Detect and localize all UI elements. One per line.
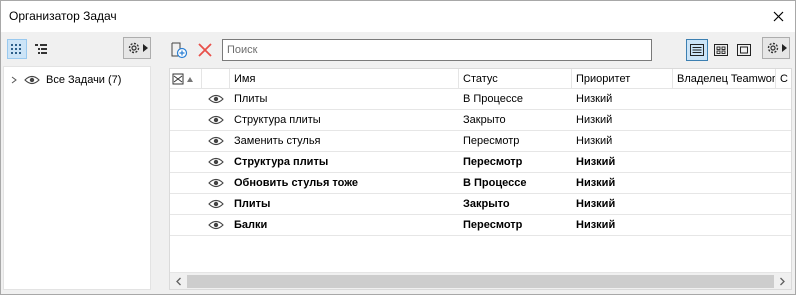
table-row[interactable]: Структура плиты Пересмотр Низкий	[170, 152, 791, 173]
tree-item-label: Все Задачи (7)	[46, 74, 122, 86]
table-row[interactable]: Структура плиты Закрыто Низкий	[170, 110, 791, 131]
task-tree: Все Задачи (7)	[3, 66, 151, 290]
eye-icon[interactable]	[208, 93, 224, 105]
column-header-priority[interactable]: Приоритет	[572, 69, 673, 89]
column-header-name[interactable]: Имя	[230, 69, 459, 89]
main-toolbar	[161, 32, 795, 67]
triangle-right-icon	[781, 44, 787, 52]
cell-status: Закрыто	[463, 114, 506, 126]
eye-icon[interactable]	[208, 219, 224, 231]
cell-priority: Низкий	[576, 156, 616, 168]
tasks-table: Имя Статус Приоритет Владелец Teamwork С…	[169, 68, 792, 290]
list-layout-button[interactable]	[686, 39, 708, 61]
grid-tiles-icon	[714, 44, 728, 56]
cell-status: Пересмотр	[463, 135, 520, 147]
cell-priority: Низкий	[576, 198, 616, 210]
sort-icon	[172, 73, 193, 85]
eye-icon[interactable]	[208, 156, 224, 168]
right-settings-button[interactable]	[762, 37, 790, 59]
frame-icon	[737, 44, 751, 56]
scrollbar-thumb[interactable]	[187, 275, 774, 288]
eye-icon[interactable]	[208, 114, 224, 126]
list-lines-icon	[690, 44, 704, 56]
cell-priority: Низкий	[576, 219, 616, 231]
cell-status: Пересмотр	[463, 219, 523, 231]
delete-task-button[interactable]	[195, 40, 215, 60]
cell-name: Обновить стулья тоже	[234, 177, 359, 189]
scroll-right-button[interactable]	[774, 273, 791, 289]
gear-icon	[128, 42, 139, 54]
cell-status: В Процессе	[463, 177, 527, 189]
close-icon	[773, 11, 783, 21]
cell-name: Структура плиты	[234, 114, 321, 126]
column-header-owner[interactable]: Владелец Teamwork	[673, 69, 776, 89]
task-organizer-window: Организатор Задач Все Задачи (7) Поиск И…	[0, 0, 796, 295]
chevron-left-icon	[176, 277, 181, 286]
triangle-right-icon	[142, 44, 148, 52]
table-row[interactable]: Плиты В Процессе Низкий	[170, 89, 791, 110]
search-input[interactable]	[222, 39, 652, 61]
cell-status: В Процессе	[463, 93, 523, 105]
cell-name: Структура плиты	[234, 156, 329, 168]
single-layout-button[interactable]	[733, 39, 755, 61]
cell-priority: Низкий	[576, 93, 613, 105]
window-title: Организатор Задач	[9, 9, 117, 23]
horizontal-scrollbar[interactable]	[170, 272, 791, 289]
add-task-button[interactable]	[169, 40, 189, 60]
chevron-right-icon	[780, 277, 785, 286]
left-settings-button[interactable]	[123, 37, 151, 59]
cell-priority: Низкий	[576, 135, 613, 147]
eye-icon[interactable]	[208, 177, 224, 189]
delete-x-icon	[198, 43, 212, 57]
table-row[interactable]: Балки Пересмотр Низкий	[170, 215, 791, 236]
eye-icon[interactable]	[208, 198, 224, 210]
cell-name: Заменить стулья	[234, 135, 321, 147]
eye-icon[interactable]	[24, 74, 40, 86]
table-row[interactable]: Плиты Закрыто Низкий	[170, 194, 791, 215]
cell-priority: Низкий	[576, 114, 613, 126]
gear-icon	[767, 42, 778, 54]
cell-status: Пересмотр	[463, 156, 523, 168]
tree-item-all-tasks[interactable]: Все Задачи (7)	[4, 71, 150, 89]
cell-name: Плиты	[234, 198, 271, 210]
scroll-left-button[interactable]	[170, 273, 187, 289]
table-row[interactable]: Заменить стулья Пересмотр Низкий	[170, 131, 791, 152]
cell-status: Закрыто	[463, 198, 510, 210]
add-document-icon	[171, 42, 188, 59]
tree-list-icon	[35, 44, 47, 54]
table-header: Имя Статус Приоритет Владелец Teamwork С	[170, 69, 791, 89]
tree-view-button[interactable]	[31, 39, 51, 59]
grid-view-button[interactable]	[7, 39, 27, 59]
table-row[interactable]: Обновить стулья тоже В Процессе Низкий	[170, 173, 791, 194]
left-toolbar	[1, 32, 158, 65]
column-header-status[interactable]: Статус	[459, 69, 572, 89]
cell-name: Балки	[234, 219, 268, 231]
grid-layout-button[interactable]	[710, 39, 732, 61]
left-panel: Все Задачи (7)	[1, 32, 158, 294]
chevron-right-icon[interactable]	[10, 76, 18, 84]
cell-name: Плиты	[234, 93, 268, 105]
sort-column-header[interactable]	[170, 69, 202, 89]
dots-grid-icon	[11, 44, 21, 54]
cell-priority: Низкий	[576, 177, 616, 189]
close-button[interactable]	[769, 7, 787, 25]
eye-icon[interactable]	[208, 135, 224, 147]
visibility-column-header[interactable]	[202, 69, 230, 89]
right-panel: Имя Статус Приоритет Владелец Teamwork С…	[161, 32, 795, 294]
title-bar: Организатор Задач	[1, 1, 795, 32]
column-header-more[interactable]: С	[776, 69, 791, 89]
